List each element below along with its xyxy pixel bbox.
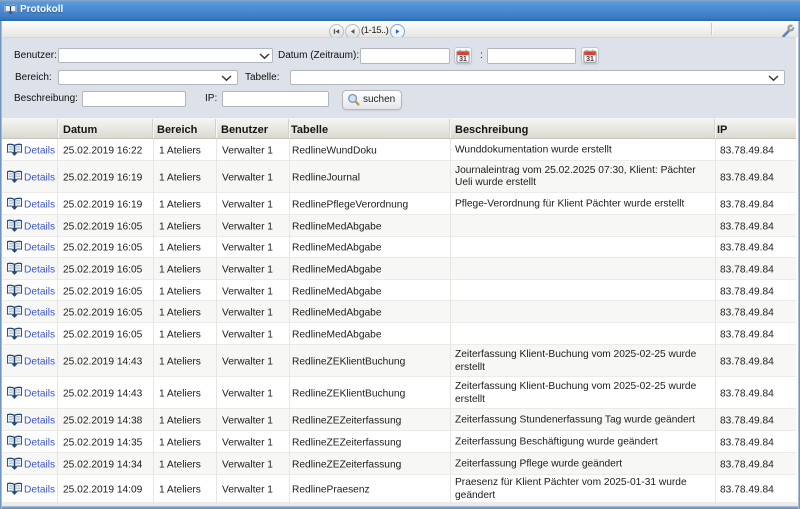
svg-text:31: 31 (459, 56, 467, 63)
svg-text:31: 31 (586, 56, 594, 63)
